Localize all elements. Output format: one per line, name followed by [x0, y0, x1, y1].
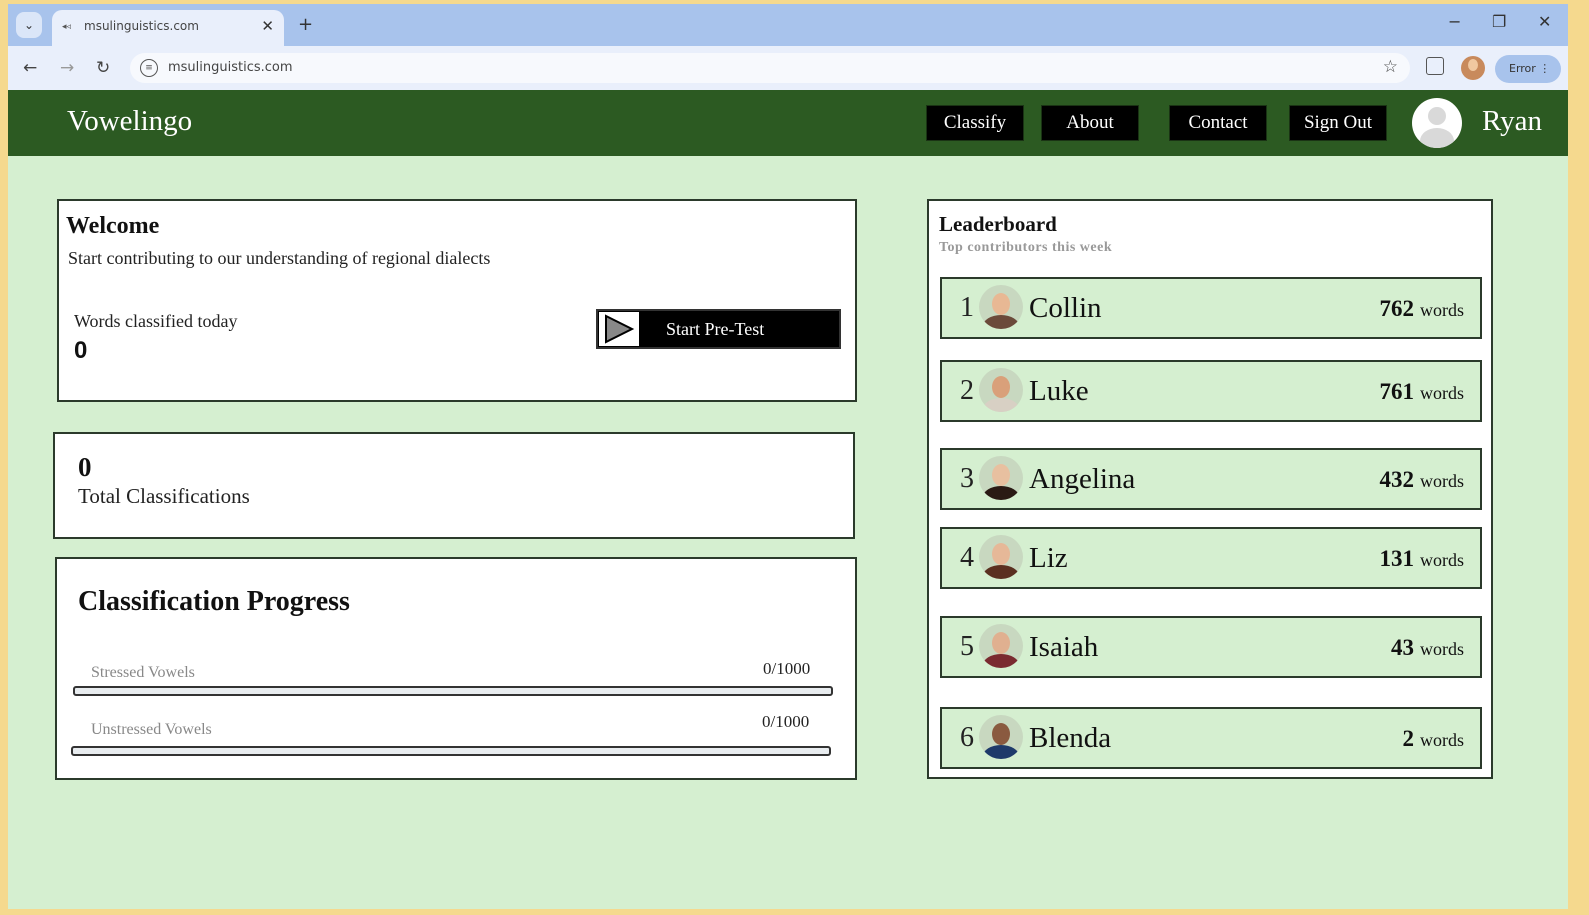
leaderboard-row[interactable]: 6 Blenda 2 words: [940, 707, 1482, 769]
tab-title: msulinguistics.com: [84, 19, 199, 33]
leaderboard-word-unit: words: [1420, 471, 1464, 491]
leaderboard-word-unit: words: [1420, 639, 1464, 659]
stressed-vowels-count: 0/1000: [763, 659, 811, 678]
site-favicon-icon: ◂◃: [62, 22, 72, 32]
nav-classify-button[interactable]: Classify: [926, 105, 1024, 141]
nav-sign-out-button[interactable]: Sign Out: [1289, 105, 1387, 141]
start-pretest-button[interactable]: Start Pre-Test: [596, 309, 841, 349]
start-pretest-label: Start Pre-Test: [666, 319, 765, 339]
tab-search-icon[interactable]: ⌄: [16, 12, 42, 38]
play-icon: [598, 311, 640, 347]
leaderboard-score: 762 words: [1380, 296, 1465, 322]
address-bar[interactable]: ≡ msulinguistics.com ☆: [130, 53, 1410, 83]
leaderboard-avatar: [979, 456, 1023, 500]
leaderboard-word-count: 761: [1379, 379, 1415, 404]
new-tab-icon[interactable]: +: [298, 14, 313, 35]
restore-icon[interactable]: ❐: [1492, 12, 1506, 31]
leaderboard-name: Blenda: [1029, 722, 1112, 754]
username[interactable]: Ryan: [1482, 105, 1542, 138]
leaderboard-avatar: [979, 715, 1023, 759]
unstressed-vowels-progress-bar: [71, 746, 831, 756]
leaderboard-word-unit: words: [1420, 550, 1464, 570]
leaderboard-score: 761 words: [1380, 379, 1465, 405]
tab-strip: ⌄ ◂◃ msulinguistics.com ✕ + − ❐ ✕: [8, 4, 1568, 46]
brand-logo[interactable]: Vowelingo: [67, 105, 192, 138]
leaderboard-subtitle: Top contributors this week: [939, 240, 1113, 255]
welcome-subtitle: Start contributing to our understanding …: [68, 248, 491, 268]
back-arrow-icon[interactable]: ←: [23, 58, 37, 78]
leaderboard-rank: 6: [960, 722, 974, 753]
leaderboard-score: 131 words: [1380, 546, 1465, 572]
leaderboard-rank: 5: [960, 631, 974, 662]
welcome-card: Welcome Start contributing to our unders…: [57, 199, 857, 402]
browser-tab[interactable]: ◂◃ msulinguistics.com ✕: [52, 10, 284, 46]
browser-window: ⌄ ◂◃ msulinguistics.com ✕ + − ❐ ✕ ← → ↻ …: [8, 4, 1568, 909]
profile-avatar-icon[interactable]: [1461, 56, 1485, 80]
leaderboard-score: 432 words: [1380, 467, 1465, 493]
leaderboard-word-unit: words: [1420, 730, 1464, 750]
leaderboard-card: Leaderboard Top contributors this week 1…: [927, 199, 1493, 779]
leaderboard-name: Collin: [1029, 292, 1102, 324]
leaderboard-row[interactable]: 5 Isaiah 43 words: [940, 616, 1482, 678]
close-window-icon[interactable]: ✕: [1538, 12, 1551, 31]
leaderboard-word-count: 432: [1379, 467, 1415, 492]
words-today-label: Words classified today: [74, 311, 238, 331]
total-classifications-value: 0: [78, 452, 92, 482]
leaderboard-name: Luke: [1029, 375, 1089, 407]
leaderboard-row[interactable]: 1 Collin 762 words: [940, 277, 1482, 339]
app-navbar: Vowelingo Classify About Contact Sign Ou…: [8, 90, 1568, 156]
leaderboard-word-unit: words: [1420, 300, 1464, 320]
extensions-icon[interactable]: [1426, 57, 1444, 75]
unstressed-vowels-count: 0/1000: [762, 712, 810, 731]
leaderboard-word-unit: words: [1420, 383, 1464, 403]
leaderboard-title: Leaderboard: [939, 212, 1057, 236]
nav-about-button[interactable]: About: [1041, 105, 1139, 141]
stressed-vowels-progress-bar: [73, 686, 833, 696]
classification-progress-card: Classification Progress Stressed Vowels …: [55, 557, 857, 780]
leaderboard-row[interactable]: 2 Luke 761 words: [940, 360, 1482, 422]
leaderboard-row[interactable]: 4 Liz 131 words: [940, 527, 1482, 589]
words-today-value: 0: [74, 337, 88, 364]
leaderboard-word-count: 43: [1391, 635, 1414, 660]
error-chip-label: Error: [1509, 62, 1536, 75]
leaderboard-word-count: 2: [1402, 726, 1415, 751]
leaderboard-row[interactable]: 3 Angelina 432 words: [940, 448, 1482, 510]
leaderboard-name: Angelina: [1029, 463, 1136, 495]
close-tab-icon[interactable]: ✕: [261, 17, 274, 35]
bookmark-star-icon[interactable]: ☆: [1383, 57, 1398, 77]
minimize-icon[interactable]: −: [1448, 12, 1461, 31]
leaderboard-name: Liz: [1029, 542, 1068, 574]
leaderboard-avatar: [979, 285, 1023, 329]
leaderboard-name: Isaiah: [1029, 631, 1099, 663]
leaderboard-score: 43 words: [1391, 635, 1464, 661]
leaderboard-rank: 4: [960, 542, 974, 573]
welcome-title: Welcome: [66, 213, 160, 239]
leaderboard-score: 2 words: [1403, 726, 1465, 752]
leaderboard-rank: 2: [960, 375, 974, 406]
reload-icon[interactable]: ↻: [96, 58, 110, 78]
site-info-icon[interactable]: ≡: [140, 59, 158, 77]
stressed-vowels-label: Stressed Vowels: [91, 664, 195, 681]
leaderboard-rank: 1: [960, 292, 974, 323]
progress-title: Classification Progress: [78, 586, 350, 617]
total-classifications-label: Total Classifications: [78, 484, 250, 508]
leaderboard-word-count: 762: [1379, 296, 1415, 321]
leaderboard-avatar: [979, 368, 1023, 412]
forward-arrow-icon[interactable]: →: [60, 58, 74, 78]
error-menu-button[interactable]: Error ⋮: [1495, 55, 1561, 83]
unstressed-vowels-label: Unstressed Vowels: [91, 721, 212, 738]
url-text[interactable]: msulinguistics.com: [168, 60, 293, 75]
leaderboard-avatar: [979, 624, 1023, 668]
total-classifications-card: 0 Total Classifications: [53, 432, 855, 539]
leaderboard-word-count: 131: [1379, 546, 1415, 571]
leaderboard-rank: 3: [960, 463, 974, 494]
user-avatar-icon[interactable]: [1412, 98, 1462, 148]
browser-toolbar: ← → ↻ ≡ msulinguistics.com ☆ Error ⋮: [8, 46, 1568, 90]
leaderboard-avatar: [979, 535, 1023, 579]
nav-contact-button[interactable]: Contact: [1169, 105, 1267, 141]
